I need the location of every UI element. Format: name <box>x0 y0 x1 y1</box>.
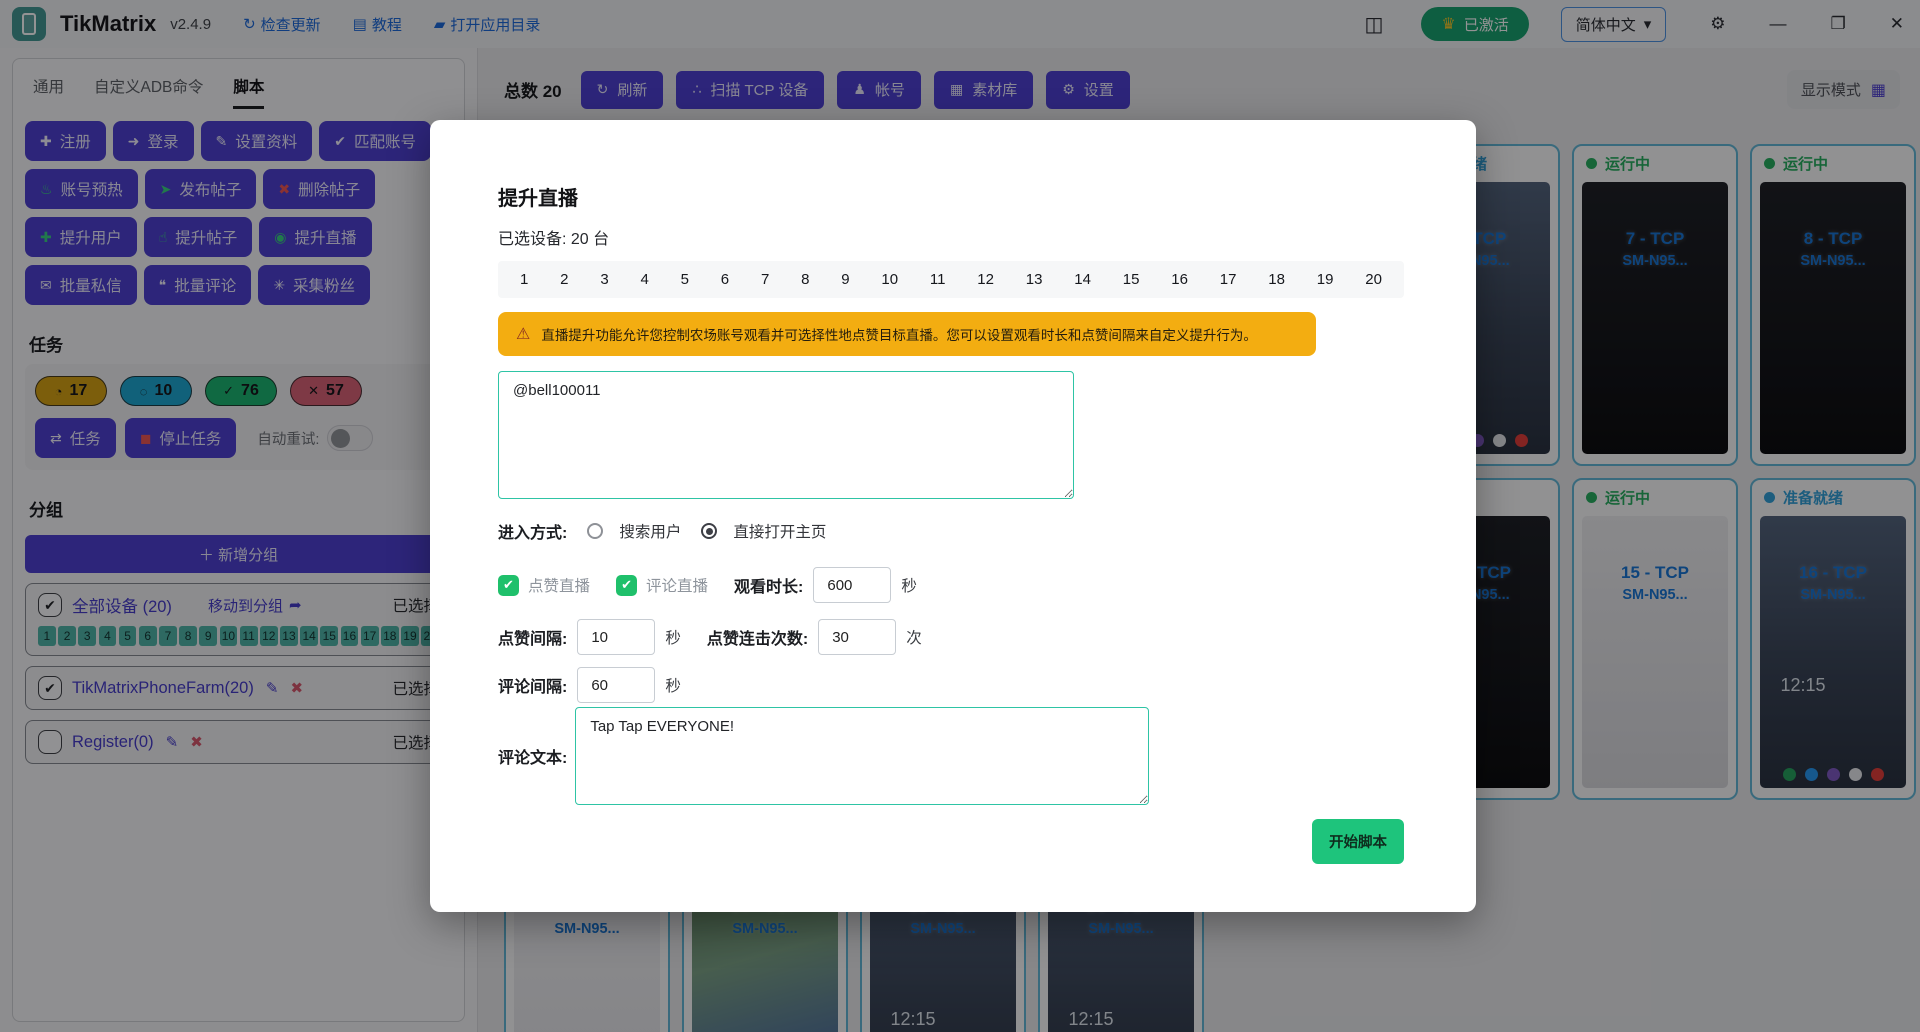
check-icon: ✔ <box>503 577 514 593</box>
device-number[interactable]: 17 <box>1220 271 1237 288</box>
device-number[interactable]: 2 <box>560 271 568 288</box>
comment-interval-unit: 秒 <box>665 674 681 696</box>
device-number[interactable]: 6 <box>721 271 729 288</box>
like-interval-unit: 秒 <box>665 626 681 648</box>
like-live-checkbox[interactable]: ✔ <box>498 575 519 596</box>
comment-live-label[interactable]: 评论直播 <box>646 574 708 596</box>
comment-text-label: 评论文本: <box>498 744 567 768</box>
device-number[interactable]: 10 <box>881 271 898 288</box>
device-number[interactable]: 14 <box>1074 271 1091 288</box>
watch-duration-input[interactable] <box>813 567 891 603</box>
like-combo-label: 点赞连击次数: <box>707 625 808 649</box>
comment-interval-label: 评论间隔: <box>498 673 567 697</box>
watch-duration-label: 观看时长: <box>734 573 803 597</box>
device-number[interactable]: 1 <box>520 271 528 288</box>
device-number[interactable]: 5 <box>681 271 689 288</box>
radio-search-user-label[interactable]: 搜索用户 <box>619 520 681 542</box>
device-number[interactable]: 4 <box>640 271 648 288</box>
comment-live-checkbox[interactable]: ✔ <box>616 575 637 596</box>
device-number[interactable]: 15 <box>1123 271 1140 288</box>
like-live-label[interactable]: 点赞直播 <box>528 574 590 596</box>
like-interval-label: 点赞间隔: <box>498 625 567 649</box>
boost-live-modal: 提升直播 已选设备: 20 台 123456789101112131415161… <box>430 120 1476 912</box>
device-number-strip: 1234567891011121314151617181920 <box>498 261 1404 298</box>
comment-text-textarea[interactable]: Tap Tap EVERYONE! <box>575 707 1149 805</box>
warning-banner: ⚠ 直播提升功能允许您控制农场账号观看并可选择性地点赞目标直播。您可以设置观看时… <box>498 312 1316 356</box>
watch-duration-unit: 秒 <box>901 574 917 596</box>
warning-icon: ⚠ <box>516 324 530 344</box>
device-number[interactable]: 18 <box>1268 271 1285 288</box>
device-number[interactable]: 19 <box>1317 271 1334 288</box>
device-number[interactable]: 3 <box>600 271 608 288</box>
modal-title: 提升直播 <box>498 182 1404 211</box>
device-number[interactable]: 7 <box>761 271 769 288</box>
comment-interval-input[interactable] <box>577 667 655 703</box>
device-number[interactable]: 9 <box>841 271 849 288</box>
check-icon: ✔ <box>621 577 632 593</box>
like-combo-input[interactable] <box>818 619 896 655</box>
selected-devices-label: 已选设备: 20 台 <box>498 225 1404 249</box>
device-number[interactable]: 16 <box>1171 271 1188 288</box>
target-user-textarea[interactable]: @bell100011 <box>498 371 1074 499</box>
device-number[interactable]: 13 <box>1026 271 1043 288</box>
device-number[interactable]: 8 <box>801 271 809 288</box>
device-number[interactable]: 11 <box>930 271 946 288</box>
enter-mode-label: 进入方式: <box>498 519 567 543</box>
radio-open-homepage[interactable] <box>701 523 717 539</box>
radio-search-user[interactable] <box>587 523 603 539</box>
start-script-button[interactable]: 开始脚本 <box>1312 819 1404 864</box>
radio-open-homepage-label[interactable]: 直接打开主页 <box>733 520 826 542</box>
like-combo-unit: 次 <box>906 626 922 648</box>
device-number[interactable]: 20 <box>1365 271 1382 288</box>
device-number[interactable]: 12 <box>977 271 994 288</box>
like-interval-input[interactable] <box>577 619 655 655</box>
